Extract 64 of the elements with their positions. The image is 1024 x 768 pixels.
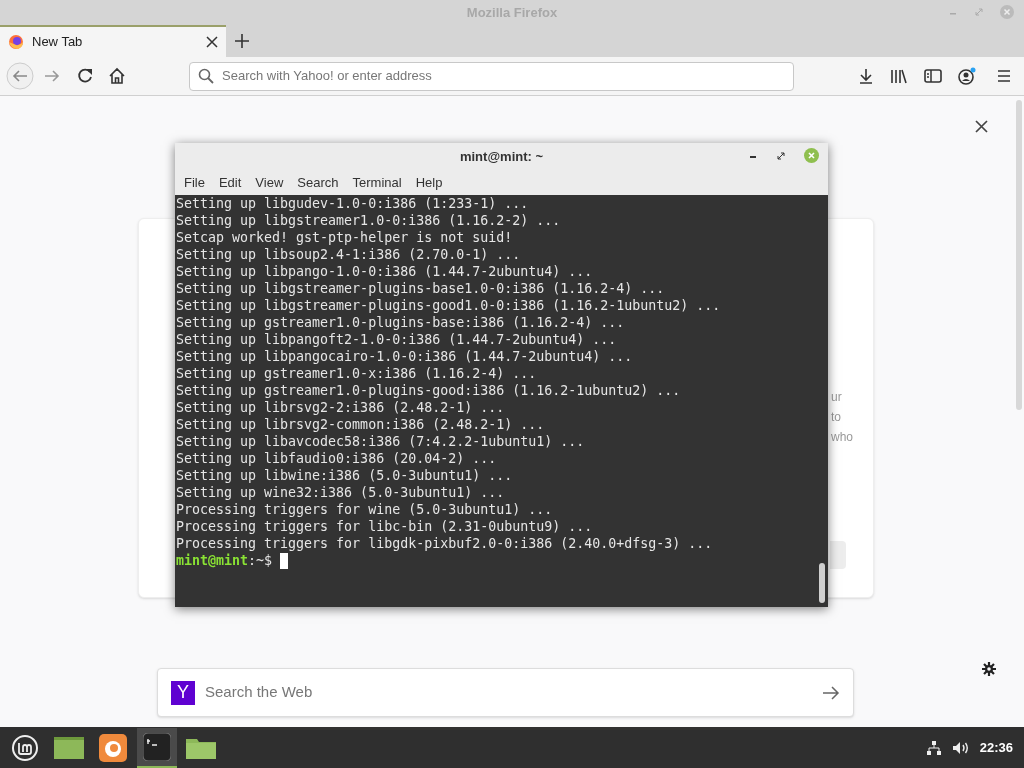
menu-item[interactable]: View — [248, 172, 291, 193]
terminal-line: Setting up gstreamer1.0-plugins-good:i386 (1.16.2-1ubuntu2) ... — [176, 382, 682, 399]
terminal-icon — [143, 732, 171, 761]
text-fragment: to — [831, 409, 842, 426]
terminal-line: Setting up wine32:i386 (5.0-3ubuntu1) ... — [176, 484, 506, 501]
firefox-icon — [8, 34, 24, 50]
cursor — [280, 552, 289, 569]
terminal-line: Setcap worked! gst-ptp-helper is not suid! — [176, 229, 514, 246]
text-fragment: ur — [831, 389, 843, 406]
terminal-line: Setting up libfaudio0:i386 (20.04-2) ... — [176, 450, 498, 467]
clock[interactable]: 22:36 — [979, 737, 1013, 758]
prompt-user: mint@mint — [176, 552, 249, 569]
account-icon[interactable] — [958, 67, 976, 85]
maximize-icon[interactable] — [776, 150, 786, 161]
terminal-line: Setting up libpangocairo-1.0-0:i386 (1.44.7-2ubuntu4) ... — [176, 348, 634, 365]
arrow-icon[interactable] — [822, 685, 840, 700]
menu-item[interactable]: Search — [290, 172, 346, 193]
menu-item[interactable]: Terminal — [345, 172, 409, 193]
terminal-line: Processing triggers for libc-bin (2.31-0ubuntu9) ... — [176, 518, 594, 535]
sidebar-icon[interactable] — [924, 68, 942, 84]
yahoo-logo: Y — [171, 680, 195, 705]
terminal-line: Processing triggers for libgdk-pixbuf2.0-0:i386 (2.40.0+dfsg-3) ... — [176, 535, 714, 552]
terminal-line: Setting up libpango-1.0-0:i386 (1.44.7-2ubuntu4) ... — [176, 263, 594, 280]
menu-item[interactable]: Help — [408, 172, 450, 193]
library-icon[interactable] — [890, 68, 908, 84]
terminal-line: Setting up libpangoft2-1.0-0:i386 (1.44.7-2ubuntu4) ... — [176, 331, 618, 348]
menu-icon[interactable] — [996, 68, 1012, 84]
settings-icon[interactable] — [981, 661, 997, 677]
menu-icon — [11, 733, 39, 762]
tab-label: New Tab — [32, 33, 84, 52]
terminal-line: Setting up librsvg2-common:i386 (2.48.2-1) ... — [176, 416, 546, 433]
prompt-path: :~$ — [248, 552, 273, 569]
terminal-line: Setting up gstreamer1.0-plugins-base:i386 (1.16.2-4) ... — [176, 314, 626, 331]
web-search-field[interactable]: Y Search the Web — [157, 668, 854, 717]
terminal-line: Setting up libwine:i386 (5.0-3ubuntu1) ... — [176, 467, 514, 484]
search-icon — [198, 68, 214, 84]
close-icon[interactable] — [206, 36, 218, 48]
terminal-line: Setting up librsvg2-2:i386 (2.48.2-1) ... — [176, 399, 506, 416]
close-icon[interactable] — [975, 120, 988, 133]
desktop-icon — [54, 734, 84, 761]
reload-icon[interactable] — [76, 67, 94, 85]
terminal-line: Setting up libgstreamer-plugins-base1.0-0:i386 (1.16.2-4) ... — [176, 280, 666, 297]
new-tab-icon[interactable] — [234, 33, 250, 49]
download-icon[interactable] — [858, 68, 874, 84]
scrollbar[interactable] — [819, 563, 825, 603]
terminal-line: Setting up libsoup2.4-1:i386 (2.70.0-1) ... — [176, 246, 522, 263]
firefox-icon — [99, 733, 127, 762]
terminal-line: Setting up libgudev-1.0-0:i386 (1:233-1) ... — [176, 195, 530, 212]
web-search-input[interactable]: Search the Web — [205, 681, 812, 704]
terminal-line: Setting up gstreamer1.0-x:i386 (1.16.2-4) ... — [176, 365, 538, 382]
tab[interactable]: New Tab — [0, 25, 226, 57]
home-icon[interactable] — [108, 67, 126, 85]
menu-item[interactable]: Edit — [211, 172, 249, 193]
text-fragment: who — [831, 429, 853, 446]
terminal-taskbar-button[interactable] — [137, 727, 177, 768]
terminal-line: Setting up libgstreamer1.0-0:i386 (1.16.2-2) ... — [176, 212, 562, 229]
menu-item[interactable]: File — [177, 172, 212, 193]
terminal-line: Processing triggers for wine (5.0-3ubuntu1) ... — [176, 501, 554, 518]
scrollbar[interactable] — [1016, 100, 1022, 410]
address-bar[interactable]: Search with Yahoo! or enter address — [189, 61, 794, 91]
terminal-line: Setting up libavcodec58:i386 (7:4.2.2-1ubuntu1) ... — [176, 433, 586, 450]
network-icon[interactable] — [925, 739, 942, 756]
terminal-line: Setting up libgstreamer-plugins-good1.0-0:i386 (1.16.2-1ubuntu2) ... — [176, 297, 722, 314]
terminal-title: mint@mint: ~ — [459, 147, 544, 166]
